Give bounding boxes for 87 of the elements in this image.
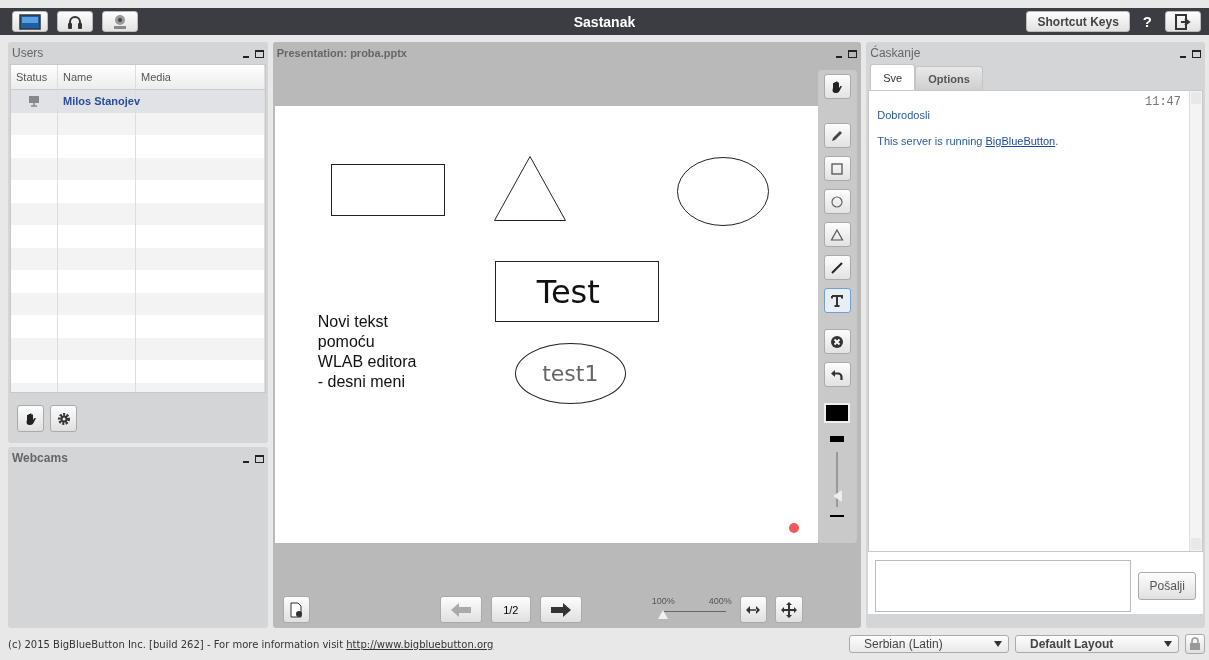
zoom-min-label: 100% [651,595,675,606]
square-icon [830,161,845,176]
exit-icon [1175,13,1191,30]
ellipse-tool-button[interactable] [823,189,851,214]
gear-icon [56,411,71,426]
undo-tool-button[interactable] [823,362,851,387]
move-arrows-icon [780,601,797,618]
monitor-icon [19,13,41,30]
headset-button[interactable] [57,11,93,32]
help-link[interactable]: ? [1142,13,1152,30]
circle-icon [830,194,845,209]
message-time: 11:47 [1144,95,1181,109]
presenter-icon [28,95,40,108]
ellipse-text: test1 [542,361,599,386]
webcam-icon [112,13,128,30]
panel-title: Presentation: proba.pptx [276,47,407,59]
box-text: Test [536,274,600,310]
slider-thumb[interactable] [833,490,843,503]
panel-title: Ćaskanje [870,46,921,60]
document-add-icon [289,601,304,618]
hand-tool-button[interactable] [823,74,851,99]
headset-icon [67,13,83,30]
caret-icon[interactable] [994,641,1002,647]
text-tool-button[interactable] [823,288,851,313]
whiteboard[interactable]: Test Novi tekst pomoću WLAB editora - desni meni test1 [274,106,818,543]
right-arrow-icon [550,602,571,617]
line-icon [830,260,845,275]
layout-dropdown[interactable]: Default Layout [1015,635,1179,653]
shortcut-keys-button[interactable]: Shortcut Keys [1026,11,1130,32]
column-header[interactable]: Media [136,65,265,89]
zoom-slider[interactable] [661,610,726,618]
color-swatch[interactable] [824,403,851,423]
send-button[interactable]: Pošalji [1138,572,1197,600]
upload-button[interactable] [282,596,310,623]
thickness-preview [830,436,845,442]
whiteboard-text: Novi tekst pomoću WLAB editora - desni meni [317,312,418,392]
clear-icon [830,334,845,349]
chat-message: This server is running BigBlueButton. [877,135,1060,147]
next-slide-button[interactable] [539,596,582,623]
thin-line-preview [830,515,845,517]
pencil-tool-button[interactable] [823,123,851,148]
cursor-dot [788,523,799,533]
user-row[interactable]: Milos Stanojev [11,90,265,113]
triangle-icon [830,227,845,242]
caret-icon[interactable] [1164,641,1172,647]
panel-title: Webcams [12,451,68,465]
exit-button[interactable] [1165,11,1201,32]
rectangle-tool-button[interactable] [823,156,851,181]
minimize-icon[interactable] [242,56,249,58]
lock-icon [1189,637,1201,651]
minimize-icon[interactable] [836,56,843,58]
layout-lock-button[interactable] [1185,634,1205,654]
language-dropdown[interactable]: Serbian (Latin) [849,635,1009,653]
column-header[interactable]: Status [11,65,58,89]
maximize-icon[interactable] [1192,50,1201,58]
desktop-button[interactable] [12,11,48,32]
panel-title: Users [12,46,44,60]
window-title: Sastanak [572,13,637,30]
triangle-tool-button[interactable] [823,222,851,247]
chat-message: Dobrodosli [877,109,931,121]
message-input[interactable] [875,560,1132,612]
undo-icon [830,367,845,382]
line-tool-button[interactable] [823,255,851,280]
page-indicator[interactable]: 1/2 [490,596,531,623]
user-name: Milos Stanojev [63,95,141,108]
minimize-icon[interactable] [242,461,249,463]
link[interactable]: http://www.bigbluebutton.org [346,638,494,650]
pencil-icon [830,128,845,143]
maximize-icon[interactable] [848,50,858,58]
clear-tool-button[interactable] [823,329,851,354]
zoom-max-label: 400% [708,595,732,606]
text-tool-icon [830,293,845,308]
copyright-text: (c) 2015 BigBlueButton Inc. [build 262] - For more information visit http://www.bigbluebutton.org [8,638,494,650]
maximize-icon[interactable] [254,50,264,58]
chat-tab[interactable]: Sve [870,64,916,90]
hand-icon [830,79,845,94]
slider-thumb[interactable] [657,609,668,619]
fit-width-button[interactable] [739,596,767,623]
column-header[interactable]: Name [58,65,136,89]
maximize-icon[interactable] [254,455,264,463]
double-arrow-icon [746,604,761,615]
move-button[interactable] [774,596,803,623]
settings-button[interactable] [50,405,77,432]
chat-tab[interactable]: Options [915,66,983,90]
raise-hand-button[interactable] [17,405,44,432]
left-arrow-icon [450,602,471,617]
webcam-button[interactable] [102,11,138,32]
